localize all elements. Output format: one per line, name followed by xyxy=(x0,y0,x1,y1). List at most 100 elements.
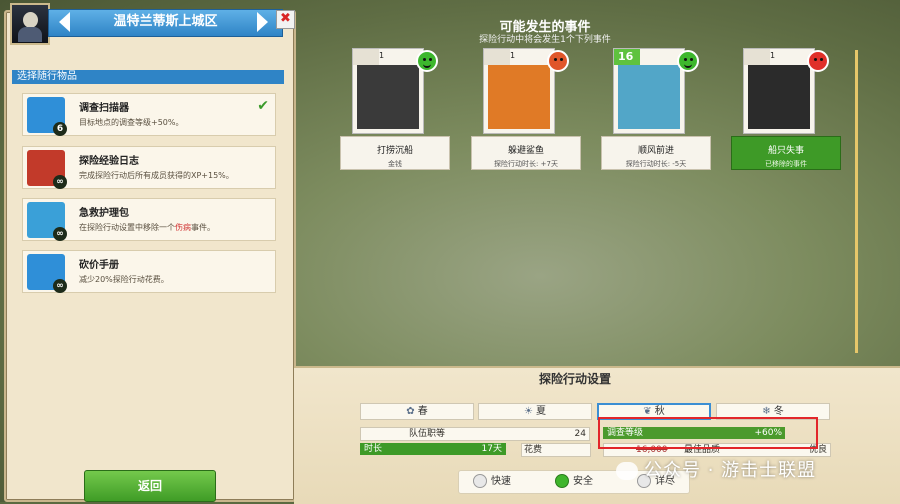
radio-selected-icon xyxy=(555,474,569,488)
close-button[interactable]: ✖ xyxy=(276,10,295,29)
card-header xyxy=(353,49,379,65)
location-header: 温特兰蒂斯上城区 xyxy=(48,9,283,37)
card-name: 船只失事 xyxy=(767,146,804,156)
shark-art xyxy=(488,65,550,129)
card-sub: 已移除的事件 xyxy=(765,160,807,168)
eye xyxy=(429,58,432,61)
character-avatar[interactable] xyxy=(10,3,50,45)
season-label: 春 xyxy=(417,406,428,417)
item-count-badge: ∞ xyxy=(53,279,67,293)
cost-row: 花费 xyxy=(521,443,591,457)
card-name: 躲避鲨鱼 xyxy=(507,146,544,156)
card-level: 1 xyxy=(379,51,385,60)
eye xyxy=(423,58,426,61)
item-card-bargain[interactable]: ∞ 砍价手册 减少20%探险行动花费。 xyxy=(22,250,276,293)
happy-face-icon xyxy=(677,50,699,72)
crew-rank-value: 24 xyxy=(574,429,586,439)
card-level: 1 xyxy=(510,51,516,60)
desc-part: 事件。 xyxy=(191,223,215,232)
crew-rank-label: 队伍职等 xyxy=(409,429,446,439)
item-count-badge: 6 xyxy=(53,122,67,136)
item-name: 砍价手册 xyxy=(79,260,119,271)
eye xyxy=(690,58,693,61)
duration-row: 时长 17天 xyxy=(360,443,506,455)
eye xyxy=(684,58,687,61)
mode-safe[interactable]: 安全 xyxy=(555,474,593,490)
season-label: 夏 xyxy=(535,406,546,417)
card-name: 顺风前进 xyxy=(637,146,674,156)
card-image: 1 xyxy=(352,48,424,134)
event-card-tailwind[interactable]: 16 顺风前进 探险行动时长: -5天 xyxy=(601,48,711,172)
card-level: 16 xyxy=(618,50,634,63)
item-name: 调查扫描器 xyxy=(79,103,129,114)
eye xyxy=(814,58,817,61)
card-label: 船只失事 已移除的事件 xyxy=(731,136,841,170)
item-card-first-aid[interactable]: ∞ 急救护理包 在探险行动设置中移除一个伤病事件。 xyxy=(22,198,276,241)
event-card-shark[interactable]: 1 躲避鲨鱼 探险行动时长: +7天 xyxy=(471,48,581,172)
section-title: 选择随行物品 xyxy=(12,70,284,84)
card-label: 躲避鲨鱼 探险行动时长: +7天 xyxy=(471,136,581,170)
card-sub: 探险行动时长: +7天 xyxy=(494,160,558,168)
radio-icon xyxy=(473,474,487,488)
return-button[interactable]: 返回 xyxy=(84,470,216,502)
mode-fast[interactable]: 快速 xyxy=(473,474,511,490)
mouth xyxy=(423,63,431,68)
card-header xyxy=(744,49,770,65)
desc-highlight: 伤病 xyxy=(175,223,191,232)
sad-face-icon xyxy=(547,50,569,72)
item-card-scanner[interactable]: 6 调查扫描器 目标地点的调查等级+50%。 ✔ xyxy=(22,93,276,136)
card-image: 1 xyxy=(483,48,555,134)
card-sub: 金钱 xyxy=(388,160,402,168)
item-count-badge: ∞ xyxy=(53,175,67,189)
card-image: 1 xyxy=(743,48,815,134)
ship-disaster-art xyxy=(748,65,810,129)
crew-rank-row: 队伍职等 24 xyxy=(360,427,590,441)
item-card-xp-log[interactable]: ∞ 探险经验日志 完成探险行动后所有成员获得的XP+15%。 xyxy=(22,146,276,189)
card-label: 打捞沉船 金钱 xyxy=(340,136,450,170)
wechat-icon xyxy=(616,462,638,480)
desc-part: 在探险行动设置中移除一个 xyxy=(79,223,175,232)
card-sub: 探险行动时长: -5天 xyxy=(625,160,687,168)
card-image: 16 xyxy=(613,48,685,134)
events-subtitle: 探险行动中将会发生1个下列事件 xyxy=(479,35,611,45)
shipwreck-art xyxy=(357,65,419,129)
item-name: 探险经验日志 xyxy=(79,156,139,167)
season-tab-summer[interactable]: ☀ 夏 xyxy=(478,403,592,420)
mode-label: 安全 xyxy=(573,476,593,487)
avatar-body xyxy=(18,27,42,42)
next-location-icon[interactable] xyxy=(257,12,268,32)
season-tab-spring[interactable]: ✿ 春 xyxy=(360,403,474,420)
settings-title: 探险行动设置 xyxy=(538,372,611,386)
leaf-icon: ❦ xyxy=(643,406,652,417)
watermark: 公众号 · 游击士联盟 xyxy=(616,456,816,482)
card-label: 顺风前进 探险行动时长: -5天 xyxy=(601,136,711,170)
sad-face-icon xyxy=(807,50,829,72)
prev-location-icon[interactable] xyxy=(59,12,70,32)
eye xyxy=(820,58,823,61)
card-name: 打捞沉船 xyxy=(376,146,413,156)
mouth xyxy=(684,63,692,68)
cost-label: 花费 xyxy=(524,445,543,455)
happy-face-icon xyxy=(416,50,438,72)
card-level: 1 xyxy=(770,51,776,60)
avatar-head xyxy=(23,12,38,28)
duration-label: 时长 xyxy=(364,444,383,454)
location-title: 温特兰蒂斯上城区 xyxy=(113,14,218,29)
duration-value: 17天 xyxy=(481,444,502,454)
snowflake-icon: ❄ xyxy=(762,406,771,417)
watermark-text: 公众号 · 游击士联盟 xyxy=(644,460,817,481)
item-desc: 目标地点的调查等级+50%。 xyxy=(79,118,184,127)
boat-art xyxy=(618,65,680,129)
eye xyxy=(560,58,563,61)
event-card-salvage[interactable]: 1 打捞沉船 金钱 xyxy=(340,48,450,172)
sun-icon: ☀ xyxy=(524,406,533,417)
season-label: 秋 xyxy=(654,406,665,417)
eye xyxy=(554,58,557,61)
item-desc: 完成探险行动后所有成员获得的XP+15%。 xyxy=(79,171,234,180)
check-icon: ✔ xyxy=(257,98,269,114)
event-card-shipwreck[interactable]: 1 船只失事 已移除的事件 xyxy=(731,48,841,172)
season-label: 冬 xyxy=(773,406,784,417)
mode-label: 快速 xyxy=(491,476,511,487)
flower-icon: ✿ xyxy=(406,406,415,417)
item-desc: 在探险行动设置中移除一个伤病事件。 xyxy=(79,222,215,233)
